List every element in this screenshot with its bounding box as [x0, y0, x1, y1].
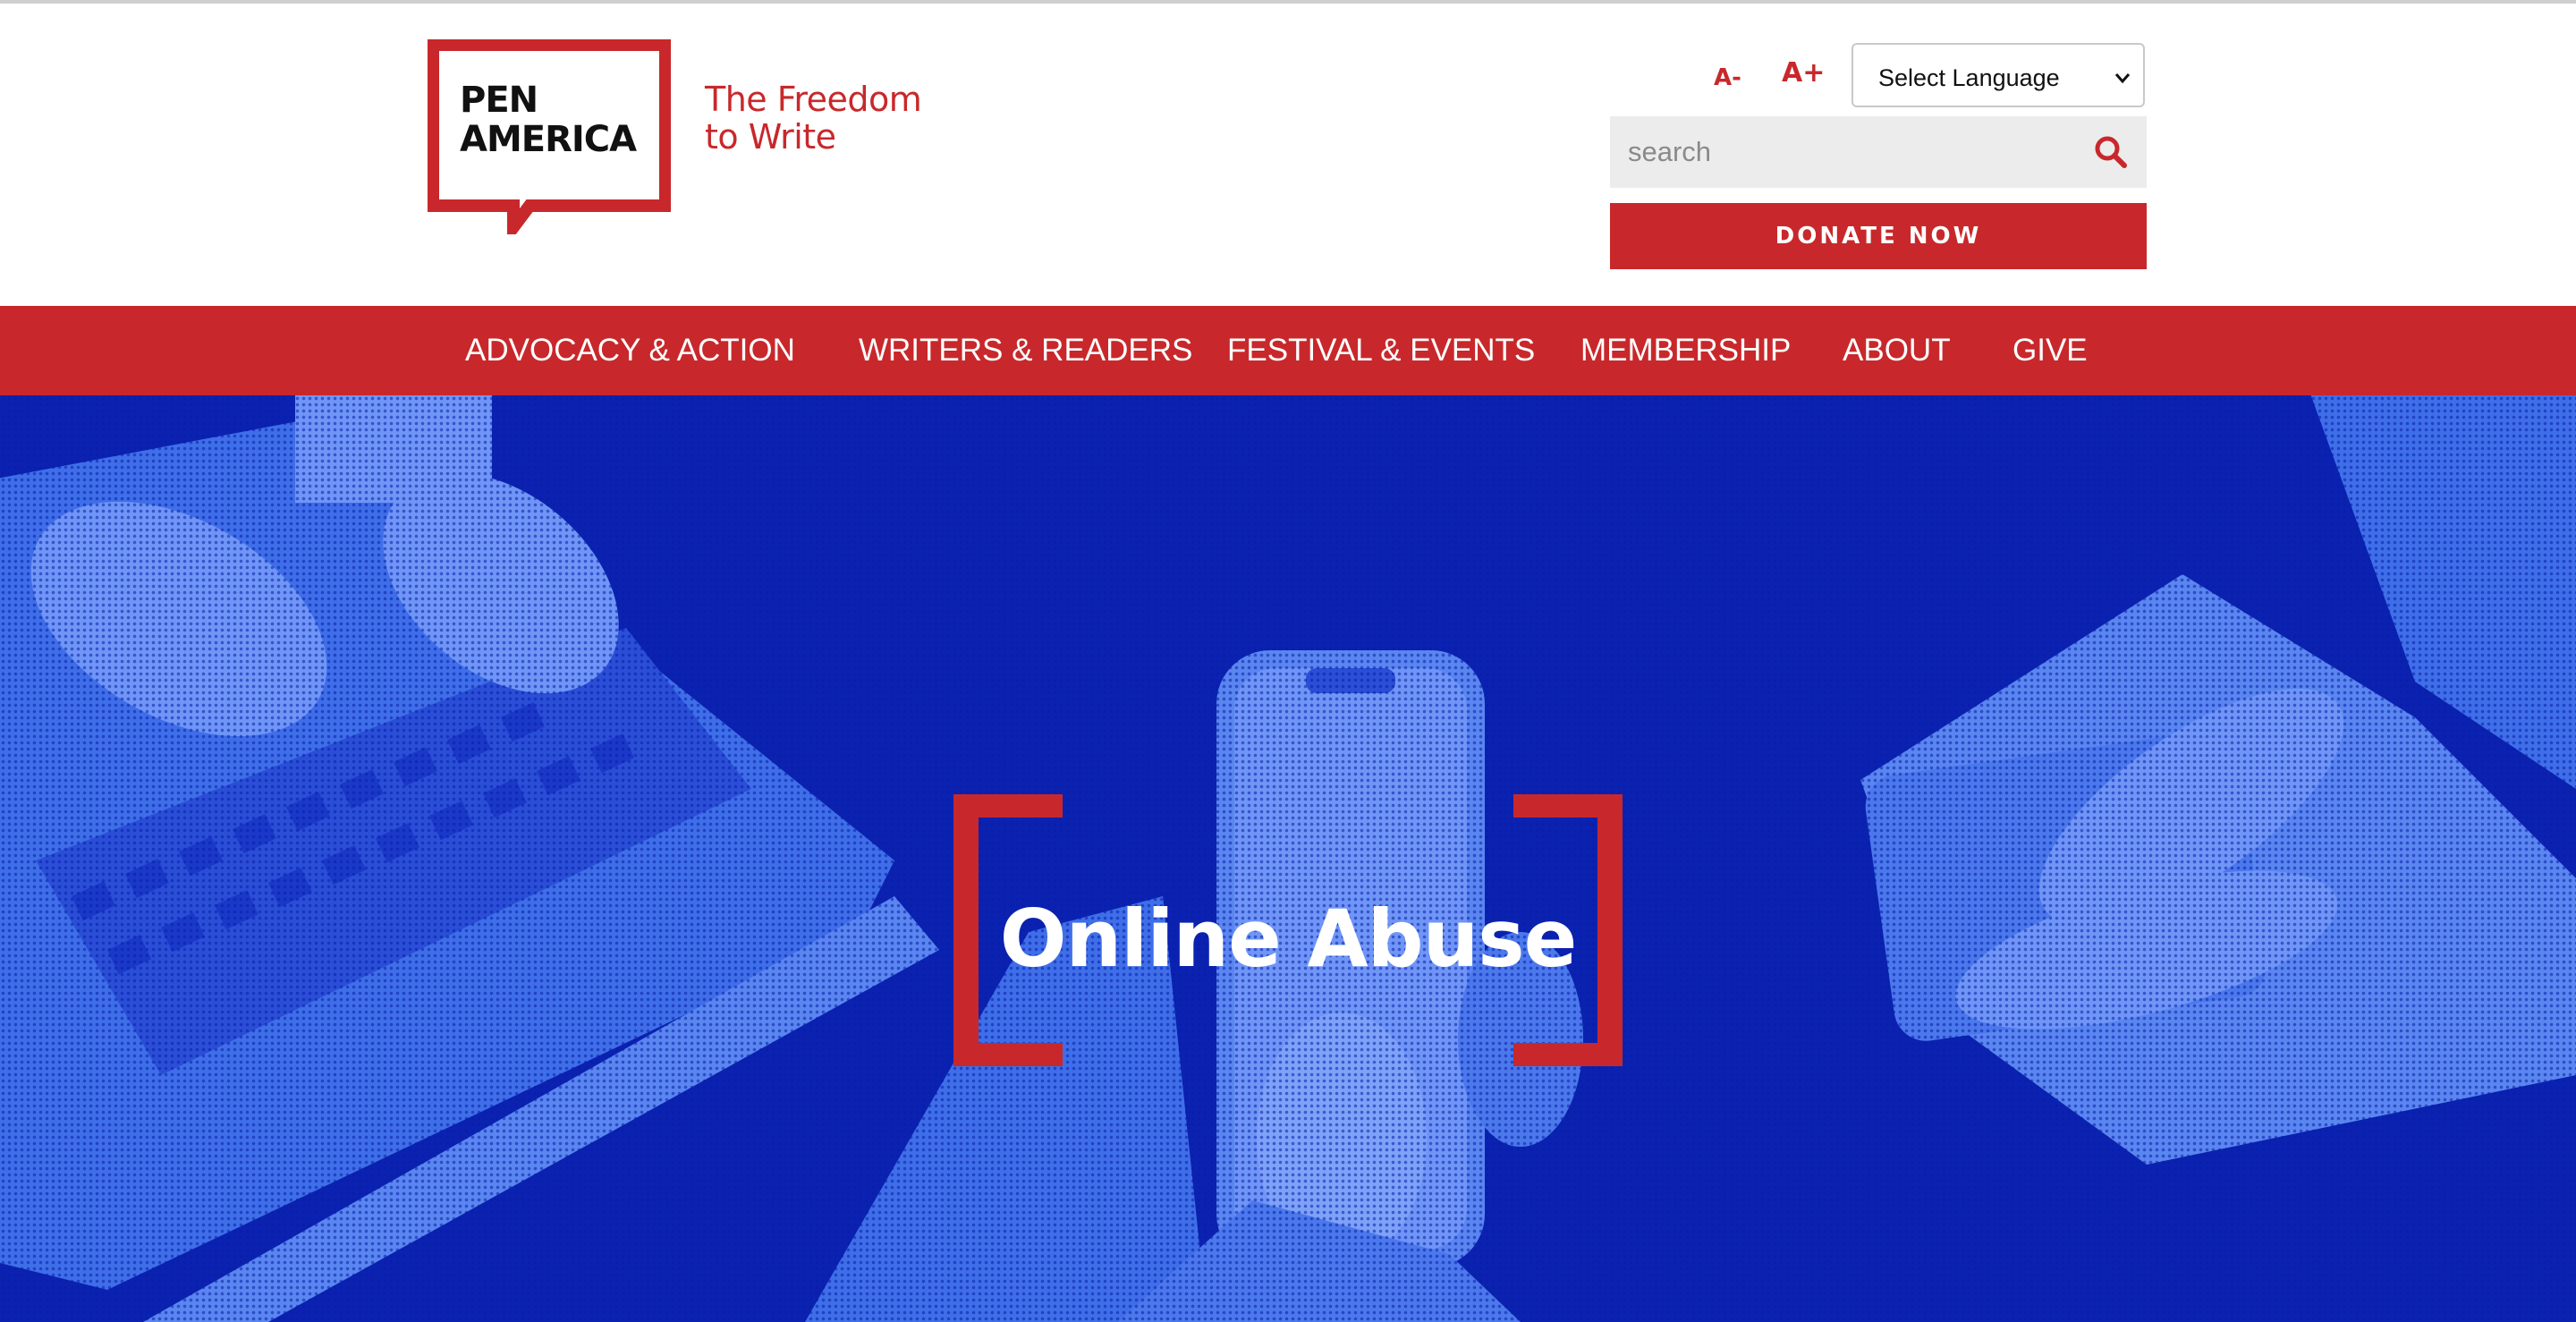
tagline: The Freedom to Write — [705, 80, 922, 157]
hero-title: Online Abuse — [999, 893, 1578, 985]
nav-item-writers-readers[interactable]: WRITERS & READERS — [859, 306, 1192, 395]
search-icon[interactable] — [2093, 134, 2129, 170]
nav-item-about[interactable]: ABOUT — [1843, 306, 1951, 395]
increase-font-button[interactable]: A+ — [1782, 57, 1825, 89]
search-box — [1610, 116, 2147, 188]
logo-line-1: PEN — [460, 80, 538, 121]
tagline-line-2: to Write — [705, 117, 836, 157]
site-header: PEN AMERICA The Freedom to Write A- A+ S… — [0, 4, 2576, 306]
right-hand-illustration — [1860, 395, 2576, 1165]
nav-item-membership[interactable]: MEMBERSHIP — [1580, 306, 1791, 395]
donate-button[interactable]: DONATE NOW — [1610, 203, 2147, 269]
language-select[interactable]: Select Language — [1852, 43, 2145, 107]
language-select-value: Select Language — [1878, 64, 2060, 91]
search-input[interactable] — [1610, 116, 2075, 188]
chevron-down-icon — [2114, 73, 2131, 84]
tagline-line-1: The Freedom — [705, 80, 922, 119]
hero-banner: Online Abuse — [0, 395, 2576, 1322]
pen-america-logo[interactable]: PEN AMERICA — [427, 38, 672, 246]
logo-wordmark: PEN AMERICA — [460, 80, 637, 160]
nav-item-give[interactable]: GIVE — [2012, 306, 2088, 395]
nav-item-advocacy-action[interactable]: ADVOCACY & ACTION — [465, 306, 795, 395]
main-nav: ADVOCACY & ACTION WRITERS & READERS FEST… — [0, 306, 2576, 395]
nav-item-festival-events[interactable]: FESTIVAL & EVENTS — [1227, 306, 1535, 395]
logo-line-2: AMERICA — [460, 119, 637, 160]
decrease-font-button[interactable]: A- — [1714, 64, 1741, 91]
